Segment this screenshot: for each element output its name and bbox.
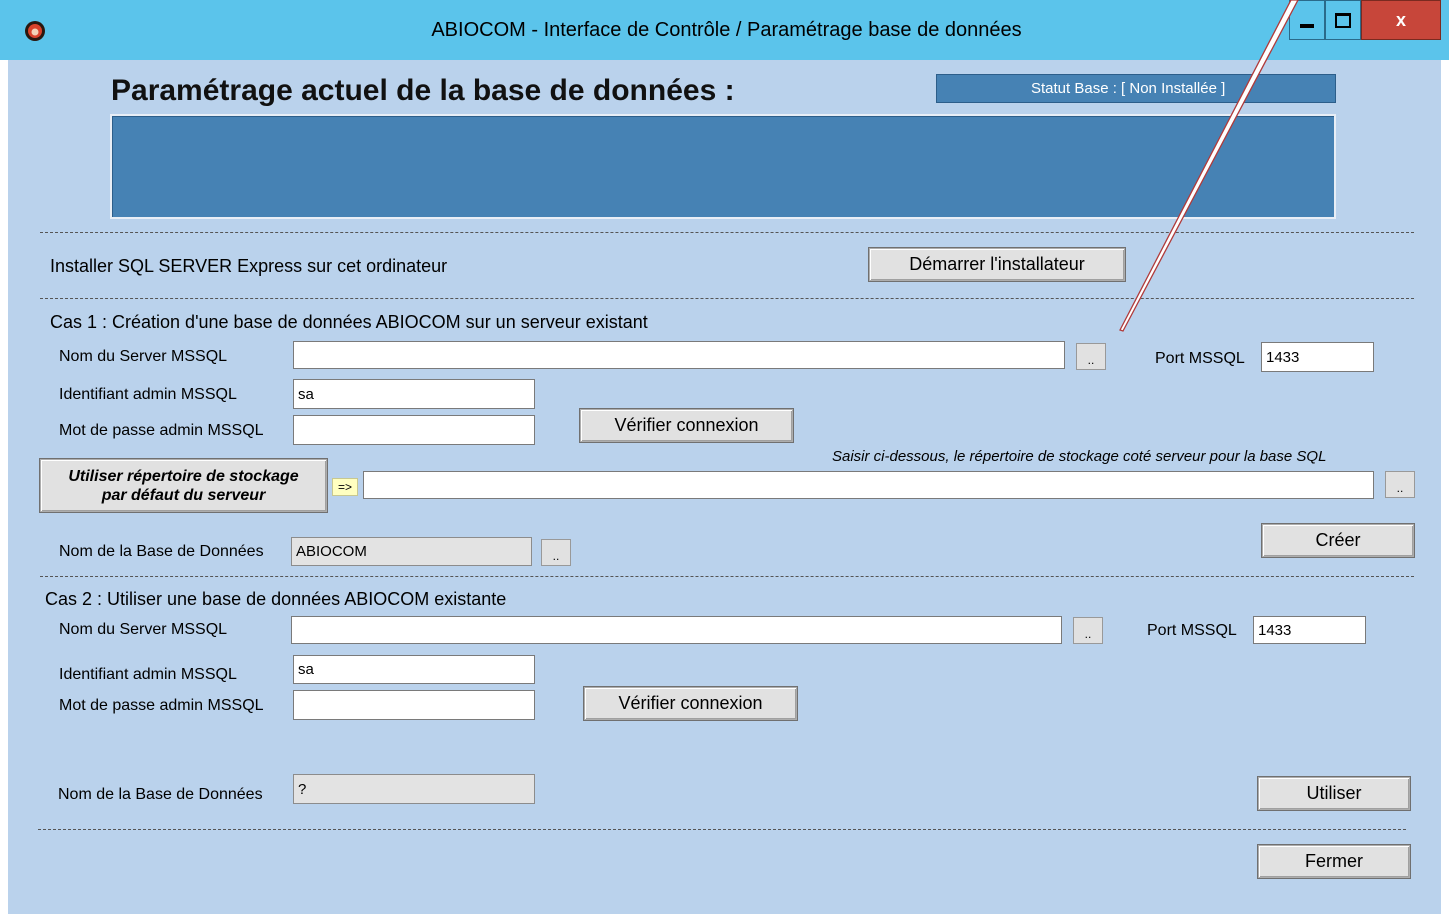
cas2-title: Cas 2 : Utiliser une base de données ABI… [45, 589, 507, 609]
cas2-port-input[interactable] [1253, 616, 1366, 644]
cas2-port-label: Port MSSQL [1147, 622, 1237, 639]
install-label: Installer SQL SERVER Express sur cet ord… [50, 256, 448, 276]
cas2-server-browse-button[interactable]: .. [1073, 617, 1103, 644]
arrow-label: => [332, 478, 358, 496]
cas1-server-input[interactable] [293, 341, 1065, 369]
storage-path-input[interactable] [363, 471, 1374, 499]
cas1-server-browse-button[interactable]: .. [1076, 343, 1106, 370]
arrow-text: => [337, 480, 352, 494]
page-heading: Paramétrage actuel de la base de données… [111, 74, 735, 107]
cas1-password-label: Mot de passe admin MSSQL [59, 422, 264, 439]
cas1-password-input[interactable] [293, 415, 535, 445]
cas1-title: Cas 1 : Création d'une base de données A… [50, 312, 648, 332]
status-badge: Statut Base : [ Non Installée ] [936, 74, 1336, 103]
title-bar: ABIOCOM - Interface de Contrôle / Paramé… [0, 0, 1449, 60]
separator [40, 576, 1414, 577]
minimize-button[interactable] [1289, 0, 1325, 40]
minimize-icon [1300, 24, 1314, 28]
cas1-dbname-input[interactable] [291, 537, 532, 566]
cas1-user-label: Identifiant admin MSSQL [59, 386, 237, 403]
cas1-user-input[interactable] [293, 379, 535, 409]
start-installer-button[interactable]: Démarrer l'installateur [869, 248, 1125, 281]
cas2-user-input[interactable] [293, 655, 535, 684]
cas1-server-label: Nom du Server MSSQL [59, 348, 228, 365]
separator [40, 298, 1414, 299]
close-icon: x [1395, 9, 1406, 30]
create-button[interactable]: Créer [1262, 524, 1414, 557]
cas2-user-label: Identifiant admin MSSQL [59, 666, 237, 683]
separator [40, 232, 1414, 233]
cas2-dbname-input[interactable] [293, 774, 535, 804]
cas2-server-input[interactable] [291, 616, 1062, 644]
maximize-button[interactable] [1325, 0, 1361, 40]
cas1-verify-connection-button[interactable]: Vérifier connexion [580, 409, 793, 442]
maximize-icon [1335, 12, 1351, 28]
default-storage-button-line1: Utiliser répertoire de stockage [68, 467, 299, 485]
cas1-port-input[interactable] [1261, 342, 1374, 372]
cas1-dbname-label: Nom de la Base de Données [59, 543, 264, 560]
window-title: ABIOCOM - Interface de Contrôle / Paramé… [431, 19, 1022, 41]
cas2-dbname-label: Nom de la Base de Données [58, 786, 263, 803]
cas2-verify-connection-button[interactable]: Vérifier connexion [584, 687, 797, 720]
cas1-port-label: Port MSSQL [1155, 350, 1245, 367]
cas2-password-label: Mot de passe admin MSSQL [59, 697, 264, 714]
default-storage-button-line2: par défaut du serveur [101, 486, 266, 504]
current-settings-panel [110, 114, 1336, 219]
storage-browse-button[interactable]: .. [1385, 471, 1415, 498]
separator [38, 829, 1406, 830]
use-button[interactable]: Utiliser [1258, 777, 1410, 810]
default-storage-button[interactable]: Utiliser répertoire de stockage par défa… [40, 459, 327, 512]
storage-hint: Saisir ci-dessous, le répertoire de stoc… [832, 448, 1327, 465]
cas2-password-input[interactable] [293, 690, 535, 720]
cas1-dbname-browse-button[interactable]: .. [541, 539, 571, 566]
close-dialog-button[interactable]: Fermer [1258, 845, 1410, 878]
close-button[interactable]: x [1361, 0, 1441, 40]
cas2-server-label: Nom du Server MSSQL [59, 621, 228, 638]
status-text: Statut Base : [ Non Installée ] [1031, 80, 1226, 97]
